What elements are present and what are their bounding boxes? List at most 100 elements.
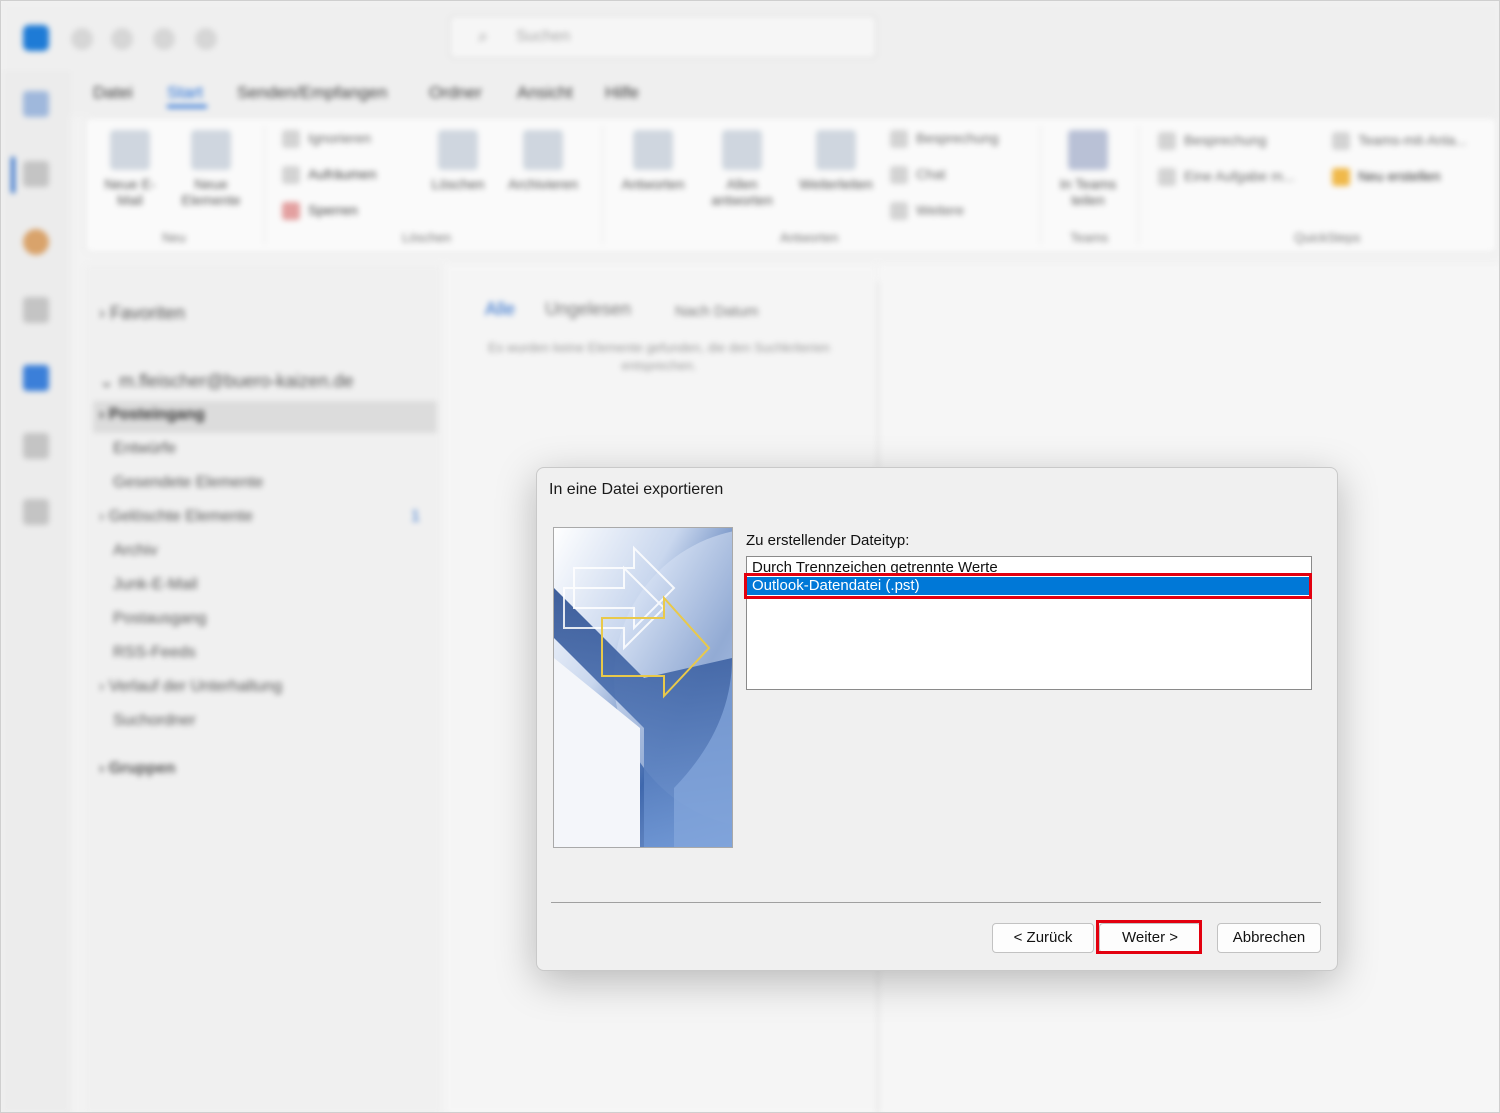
tab-send-receive[interactable]: Senden/Empfangen: [237, 83, 387, 103]
todo-icon[interactable]: [23, 365, 49, 391]
ribbon-separator: [1138, 126, 1139, 244]
meeting-button[interactable]: Besprechung: [890, 130, 999, 149]
print-icon[interactable]: [195, 28, 217, 50]
folder-label: Posteingang: [108, 406, 205, 423]
quickstep-task[interactable]: Eine Aufgabe m...: [1158, 168, 1295, 187]
ignore-label: Ignorieren: [308, 130, 372, 146]
new-mail-icon: [110, 130, 150, 170]
ignore-button[interactable]: Ignorieren: [282, 130, 372, 149]
tab-file[interactable]: Datei: [93, 83, 133, 103]
tab-unread[interactable]: Ungelesen: [545, 299, 631, 320]
folder-label: RSS-Feeds: [113, 644, 196, 661]
folder-label: Junk-E-Mail: [113, 576, 198, 593]
tab-help[interactable]: Hilfe: [605, 83, 639, 103]
new-mail-button[interactable]: Neue E-Mail: [100, 130, 160, 208]
reply-all-button[interactable]: Allen antworten: [704, 130, 780, 208]
tab-start[interactable]: Start: [167, 83, 203, 103]
new-items-button[interactable]: Neue Elemente: [174, 130, 248, 208]
new-items-label: Neue Elemente: [181, 176, 241, 208]
sort-dropdown[interactable]: Nach Datum: [675, 303, 758, 320]
forward-button[interactable]: Weiterleiten: [790, 130, 882, 192]
favorites-node[interactable]: › Favoriten: [99, 303, 185, 324]
new-mail-label: Neue E-Mail: [104, 176, 156, 208]
outlook-logo-icon: [23, 25, 49, 51]
folder-label: Gesendete Elemente: [113, 474, 264, 491]
folder-pane: › Favoriten ⌄ m.fleischer@buero-kaizen.d…: [85, 265, 441, 1112]
apps-icon[interactable]: [23, 499, 49, 525]
block-button[interactable]: Sperren: [282, 202, 358, 221]
reply-label: Antworten: [621, 176, 685, 192]
wizard-arrows-image: [553, 527, 733, 848]
block-label: Sperren: [308, 202, 358, 218]
tab-folder[interactable]: Ordner: [429, 83, 482, 103]
archive-button[interactable]: Archivieren: [500, 130, 586, 192]
back-button[interactable]: < Zurück: [992, 923, 1094, 953]
mail-icon[interactable]: [23, 91, 49, 117]
quickstep-team-email-icon: [1332, 132, 1350, 151]
quickstep-task-icon: [1158, 168, 1176, 187]
quickstep-new[interactable]: Neu erstellen: [1332, 168, 1441, 187]
share-teams-label: In Teams teilen: [1059, 176, 1117, 208]
folder-drafts[interactable]: Entwürfe: [113, 440, 176, 458]
folder-label: Archiv: [113, 542, 158, 559]
folder-label: Gelöschte Elemente: [108, 508, 253, 525]
account-label: m.fleischer@buero-kaizen.de: [119, 371, 354, 391]
redo-icon[interactable]: [153, 28, 175, 50]
ribbon: Neue E-Mail Neue Elemente Ignorieren Auf…: [85, 117, 1497, 253]
groups-node[interactable]: › Gruppen: [99, 760, 175, 778]
sync-icon[interactable]: [71, 28, 93, 50]
folder-label: Suchordner: [113, 712, 196, 729]
chat-button[interactable]: Chat: [890, 166, 946, 185]
folder-label: Verlauf der Unterhaltung: [108, 678, 283, 695]
deleted-count-badge: 1: [411, 508, 420, 525]
dialog-separator: [551, 902, 1321, 903]
people-icon[interactable]: [23, 297, 49, 323]
search-box[interactable]: ⌕ Suchen: [449, 15, 877, 59]
ribbon-separator: [1040, 126, 1041, 244]
quickstep-team-email[interactable]: Teams-mit-Anla...: [1332, 132, 1467, 151]
new-items-icon: [191, 130, 231, 170]
folder-outbox[interactable]: Postausgang: [113, 610, 206, 628]
delete-button[interactable]: Löschen: [426, 130, 490, 192]
folder-rss[interactable]: RSS-Feeds: [113, 644, 196, 662]
screenshot-frame: ⌕ Suchen Datei Start Senden/Empfangen Or…: [0, 0, 1500, 1113]
more-respond-button[interactable]: Weitere: [890, 202, 964, 221]
folder-archive[interactable]: Archiv: [113, 542, 157, 560]
teams-icon: [1068, 130, 1108, 170]
quickstep-team-email-label: Teams-mit-Anla...: [1358, 132, 1467, 148]
cancel-button[interactable]: Abbrechen: [1217, 923, 1321, 953]
folder-sent[interactable]: Gesendete Elemente: [113, 474, 263, 492]
calendar-icon[interactable]: [23, 161, 49, 187]
more-label: Weitere: [916, 202, 964, 218]
folder-search[interactable]: Suchordner: [113, 712, 196, 730]
tab-all[interactable]: Alle: [485, 299, 515, 320]
forward-icon: [816, 130, 856, 170]
folder-conversation-history[interactable]: › Verlauf der Unterhaltung: [99, 678, 282, 696]
folder-inbox[interactable]: › Posteingang: [99, 406, 205, 424]
ribbon-separator: [602, 126, 603, 244]
group-teams-label: Teams: [1070, 230, 1109, 245]
chat-icon: [890, 166, 908, 185]
undo-icon[interactable]: [111, 28, 133, 50]
cleanup-icon: [282, 166, 300, 185]
quickstep-meeting-label: Besprechung: [1184, 132, 1267, 148]
rail-selection-indicator: [11, 157, 15, 193]
account-node[interactable]: ⌄ m.fleischer@buero-kaizen.de: [99, 371, 353, 392]
folder-deleted[interactable]: › Gelöschte Elemente: [99, 508, 253, 526]
cleanup-button[interactable]: Aufräumen: [282, 166, 376, 185]
copilot-icon[interactable]: [23, 229, 49, 255]
share-teams-button[interactable]: In Teams teilen: [1048, 130, 1128, 208]
favorites-label: Favoriten: [110, 303, 186, 323]
highlight-box-pst: [744, 573, 1312, 599]
reply-button[interactable]: Antworten: [610, 130, 696, 192]
chat-label: Chat: [916, 166, 946, 182]
tab-view[interactable]: Ansicht: [517, 83, 573, 103]
org-explorer-icon[interactable]: [23, 433, 49, 459]
folder-junk[interactable]: Junk-E-Mail: [113, 576, 197, 594]
title-bar: ⌕ Suchen: [1, 1, 1499, 71]
file-type-label: Zu erstellender Dateityp:: [746, 532, 910, 549]
archive-label: Archivieren: [507, 176, 579, 192]
ribbon-tabs: Datei Start Senden/Empfangen Ordner Ansi…: [71, 71, 1499, 117]
quickstep-meeting[interactable]: Besprechung: [1158, 132, 1267, 151]
app-rail: [1, 71, 71, 1112]
